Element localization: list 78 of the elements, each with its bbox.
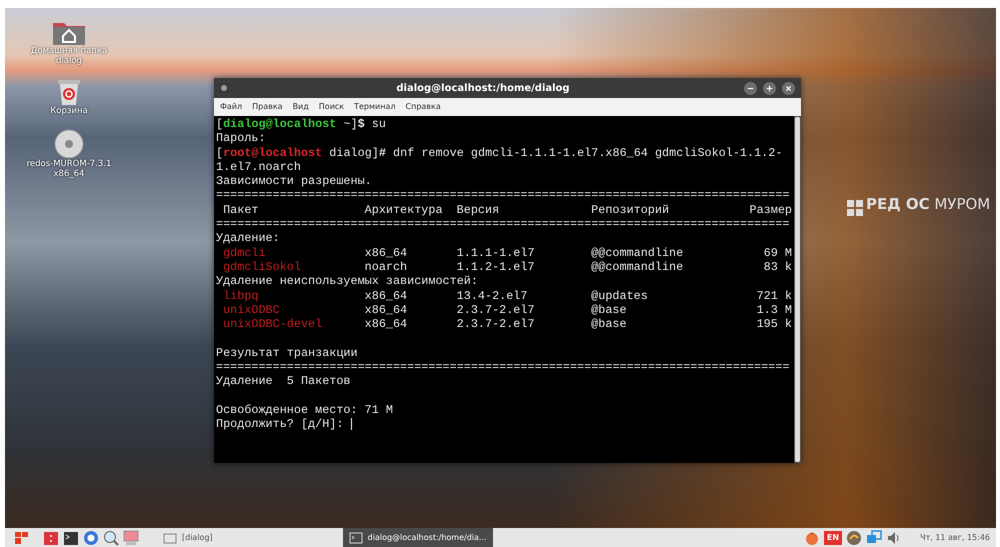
column-header: Версия [456,202,500,218]
table-cell-text: libpq [222,288,260,303]
window-title: dialog@localhost:/home/dialog [395,82,571,96]
table-cell-text: gdmcli [222,246,267,260]
menu-item[interactable]: Терминал [354,101,396,113]
menu-item[interactable]: Вид [292,101,309,113]
separator-line: ================================================================================= [216,188,790,203]
close-button[interactable] [782,82,795,94]
scrollbar[interactable] [794,116,801,463]
table-cell-text: 1.1.2-1.el7 [456,260,536,274]
table-cell-text: @@commandline [591,246,684,260]
separator-line: ================================================================================= [216,360,790,374]
terminal-icon[interactable] [63,530,79,546]
text-cursor [350,418,352,430]
table-cell-text: @@commandline [591,260,684,274]
app-launcher-icon[interactable] [43,530,59,546]
desktop-icon-label[interactable]: Корзина [50,106,88,117]
column-header: Размер [750,202,792,218]
output-line: Удаление 5 Пакетов [216,374,352,389]
prompt-line: [dialog@localhost ~]$ su [216,117,387,132]
terminal-icon [348,530,363,544]
task-button[interactable]: [dialog] [157,528,219,547]
output-line: Зависимости разрешены. [216,174,373,188]
minimize-button[interactable] [744,82,757,94]
folder-icon [163,530,177,544]
table-cell: 83 k [764,260,792,274]
trash-icon [56,78,82,106]
table-cell: 721 k [756,288,792,303]
output-line: Удаление неиспользуемых зависимостей: [216,274,479,289]
maximize-button[interactable] [763,82,776,94]
table-cell-text: x86_64 [364,288,408,303]
table-cell-text: @base [591,317,628,332]
squares-logo-icon [15,532,29,544]
column-header: Архитектура [364,202,444,218]
input-prompt: Продолжить? [д/Н]: [216,417,344,432]
table-cell-text: 1.1.1-1.el7 [456,246,536,260]
table-cell-text: x86_64 [364,317,408,332]
table-cell-text: unixODBC-devel [222,317,324,332]
column-header: Репозиторий [591,202,670,218]
desktop-icon-label[interactable]: redos-MUROM-7.3.1 x86_64 [19,158,119,179]
search-icon[interactable] [103,530,119,546]
menu-item[interactable]: Файл [220,101,242,113]
squares-icon [847,200,863,216]
task-button[interactable]: dialog@localhost:/home/dia... [342,528,493,547]
disc-icon [54,128,84,159]
monitors-icon[interactable] [866,530,882,546]
output-line: Пароль: [216,131,267,146]
table-cell-text: x86_64 [364,302,408,318]
separator-line: ================================================================================= [216,217,790,232]
table-cell-text: x86_64 [364,246,408,260]
table-cell-text: noarch [364,260,408,274]
prompt-line: [root@localhost dialog]# dnf remove gdmcli-1.1.1-1.el7.x86_64 gdmcliSokol-1.1.2- [216,146,784,160]
fruit-icon[interactable] [804,530,820,546]
table-cell-text: 13.4-2.el7 [456,288,528,303]
menu-item[interactable]: Правка [252,101,283,113]
output-line: Результат транзакции [216,346,359,360]
table-cell: 69 M [764,246,792,260]
table-cell-text: unixODBC [222,302,281,318]
column-header: Пакет [222,202,260,218]
output-line: Удаление: [216,231,281,246]
menu-item[interactable]: Справка [406,101,441,113]
menu-item[interactable]: Поиск [318,101,344,113]
output-line: 1.el7.noarch [216,160,302,174]
table-cell: 195 k [756,317,792,332]
logo-text: РЕД ОС МУРОМ [866,194,990,215]
keyboard-layout-indicator[interactable]: EN [824,530,842,544]
table-cell-text: 2.3.7-2.el7 [456,317,536,332]
ring-icon[interactable] [83,530,99,546]
output-line: Освобожденное место: 71 M [216,402,394,418]
table-cell-text: @updates [591,288,649,303]
home-folder-icon [52,20,86,46]
table-cell: 1.3 M [756,302,792,318]
swirl-icon[interactable] [846,530,862,546]
window-icon [220,84,228,92]
table-cell-text: gdmcliSokol [222,260,302,274]
table-cell-text: @base [591,302,628,318]
table-cell-text: 2.3.7-2.el7 [456,302,536,318]
clock[interactable]: Чт, 11 авг, 15:46 [920,532,990,544]
